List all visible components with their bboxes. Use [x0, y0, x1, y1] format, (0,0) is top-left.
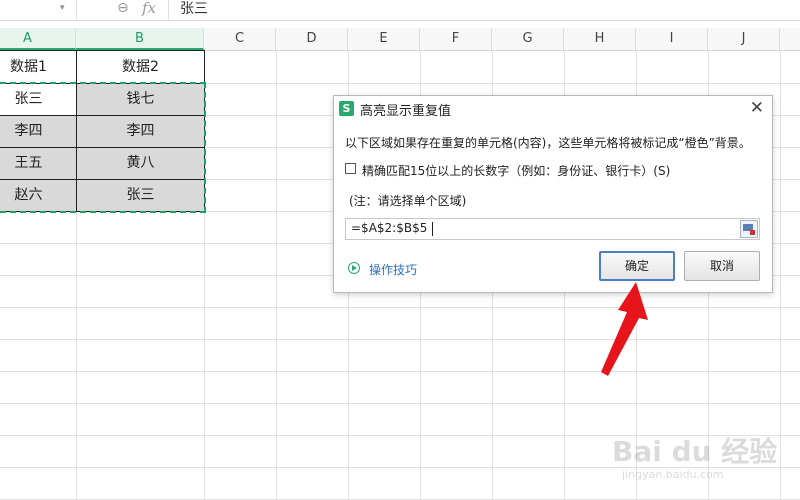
grid-line	[0, 339, 800, 340]
column-header-c[interactable]: C	[204, 28, 276, 50]
long-number-checkbox[interactable]	[345, 163, 356, 174]
column-header-g[interactable]: G	[492, 28, 564, 50]
red-arrow-icon	[601, 282, 648, 376]
cell-b3[interactable]: 李四	[76, 115, 205, 148]
cell-b2[interactable]: 钱七	[76, 83, 205, 116]
highlight-duplicates-dialog: S 高亮显示重复值 ✕ 以下区域如果存在重复的单元格(内容)，这些单元格将被标记…	[333, 95, 773, 293]
fx-icon[interactable]: fx	[142, 0, 156, 17]
cell-b4[interactable]: 黄八	[76, 147, 205, 180]
close-icon[interactable]: ✕	[750, 98, 764, 118]
wps-logo-icon: S	[339, 101, 354, 116]
column-header-h[interactable]: H	[564, 28, 636, 50]
dialog-description: 以下区域如果存在重复的单元格(内容)，这些单元格将被标记成“橙色”背景。	[345, 136, 751, 150]
cancel-button[interactable]: 取消	[684, 251, 760, 281]
cell-a3[interactable]: 李四	[0, 115, 77, 148]
column-header-a[interactable]: A	[0, 28, 76, 50]
cell-b1[interactable]: 数据2	[76, 50, 205, 84]
column-header-i[interactable]: I	[636, 28, 708, 50]
grid-line	[0, 371, 800, 372]
cell-a2[interactable]: 张三	[0, 83, 77, 116]
play-circle-icon[interactable]	[348, 262, 360, 274]
range-input[interactable]: =$A$2:$B$5	[345, 218, 760, 240]
watermark-logo-text: Bai du 经验	[612, 435, 778, 468]
formula-bar-separator	[76, 0, 77, 20]
column-header-d[interactable]: D	[276, 28, 348, 50]
cell-a5[interactable]: 赵六	[0, 179, 77, 212]
column-header-j[interactable]: J	[708, 28, 780, 50]
column-header-b[interactable]: B	[76, 28, 204, 50]
zoom-icon[interactable]: ⊖	[117, 0, 129, 16]
range-select-icon[interactable]	[740, 220, 758, 238]
text-cursor	[432, 222, 433, 236]
range-input-value[interactable]: =$A$2:$B$5	[351, 221, 427, 235]
column-header-row: A B C D E F G H I J	[0, 28, 800, 51]
dialog-title-bar[interactable]: S 高亮显示重复值 ✕	[334, 96, 772, 122]
watermark-url: jingyan.baidu.com	[622, 468, 724, 481]
dialog-note: (注：请选择单个区域)	[349, 194, 467, 208]
grid-line	[0, 307, 800, 308]
dialog-title: 高亮显示重复值	[360, 104, 452, 119]
ok-button[interactable]: 确定	[599, 251, 675, 281]
grid-line	[0, 403, 800, 404]
cell-a4[interactable]: 王五	[0, 147, 77, 180]
name-box-dropdown-icon[interactable]: ▾	[60, 3, 65, 13]
formula-bar: ▾ ⊖ fx 张三	[0, 0, 800, 21]
tips-link-label[interactable]: 操作技巧	[369, 261, 417, 278]
long-number-checkbox-label[interactable]: 精确匹配15位以上的长数字（例如：身份证、银行卡）(S)	[362, 162, 670, 179]
formula-input[interactable]: 张三	[168, 0, 800, 20]
baidu-jingyan-watermark: Bai du 经验 jingyan.baidu.com	[612, 430, 792, 490]
cell-a1[interactable]: 数据1	[0, 50, 77, 84]
column-header-e[interactable]: E	[348, 28, 420, 50]
column-header-f[interactable]: F	[420, 28, 492, 50]
cell-b5[interactable]: 张三	[76, 179, 205, 212]
